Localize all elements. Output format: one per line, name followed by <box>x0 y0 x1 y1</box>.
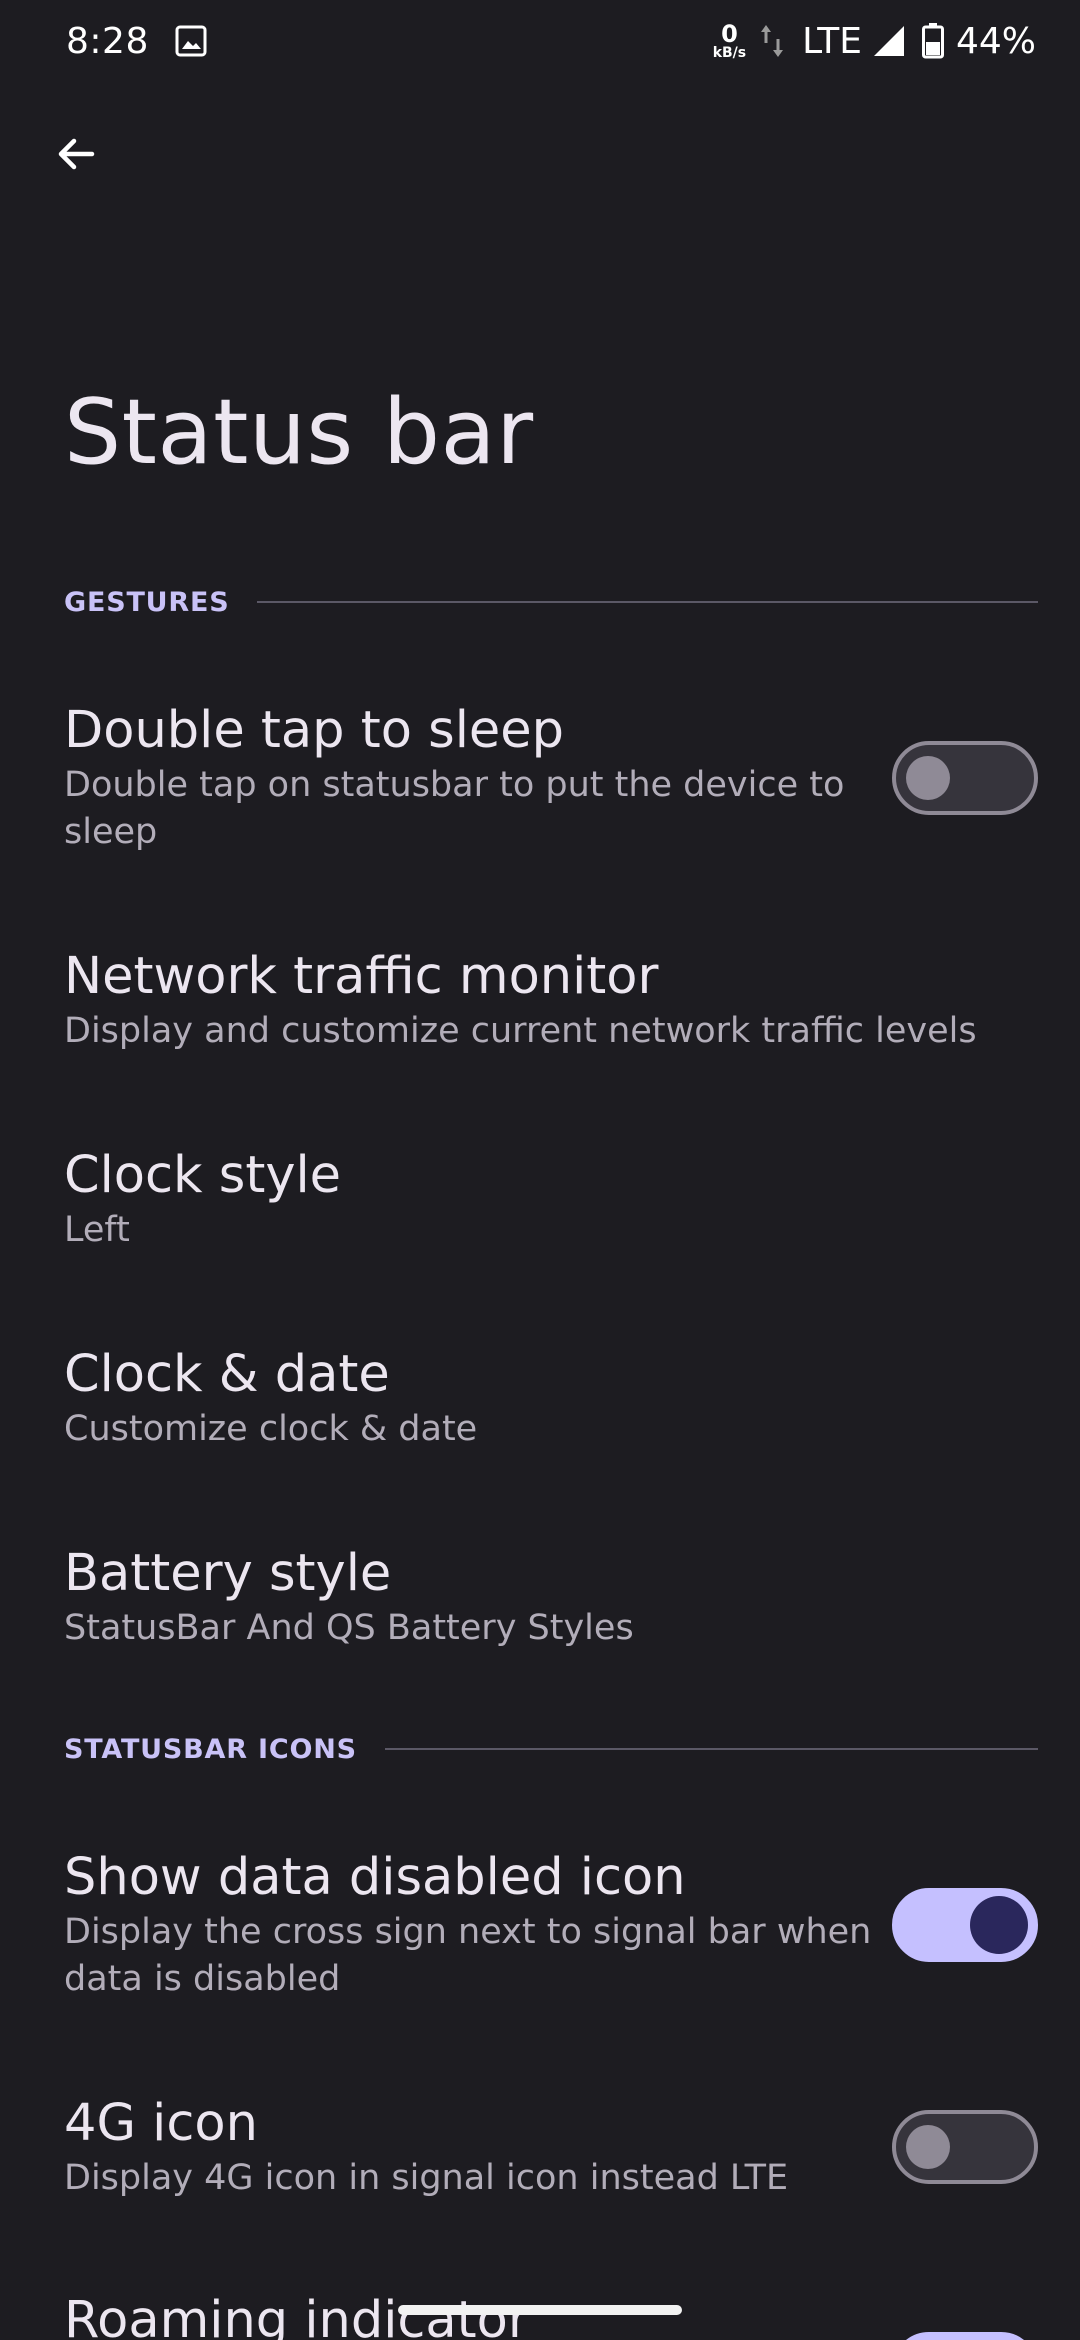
pref-title: Show data disabled icon <box>64 1848 686 1907</box>
data-arrows-icon <box>761 25 784 57</box>
toggle-knob <box>906 756 950 800</box>
section-label: STATUSBAR ICONS <box>64 1733 357 1765</box>
status-right-group: 0 kB/s LTE 44% <box>713 21 1036 62</box>
signal-icon <box>873 26 904 56</box>
section-header-statusbar-icons: STATUSBAR ICONS <box>64 1729 1038 1769</box>
pref-network-traffic-monitor[interactable]: Network traffic monitor Display and cust… <box>64 946 1038 1055</box>
pref-summary: Display 4G icon in signal icon instead L… <box>64 2158 789 2198</box>
pref-summary: Display the cross sign next to signal ba… <box>64 1912 872 1999</box>
pref-roaming-indicator[interactable]: Roaming indicator <box>64 2290 1038 2340</box>
pref-title: Clock & date <box>64 1345 390 1404</box>
gallery-icon <box>175 25 207 57</box>
pref-clock-date[interactable]: Clock & date Customize clock & date <box>64 1344 1038 1453</box>
pref-clock-style[interactable]: Clock style Left <box>64 1145 1038 1254</box>
pref-summary: Left <box>64 1210 130 1250</box>
pref-title: Network traffic monitor <box>64 947 659 1006</box>
gesture-navigation-handle[interactable] <box>398 2305 682 2315</box>
pref-title: Double tap to sleep <box>64 701 565 760</box>
back-button[interactable] <box>40 118 112 190</box>
toggle-knob <box>906 2125 950 2169</box>
toggle-knob <box>970 1896 1028 1954</box>
4g-icon-toggle[interactable] <box>892 2110 1038 2184</box>
double-tap-toggle[interactable] <box>892 741 1038 815</box>
battery-icon <box>921 23 944 59</box>
status-time: 8:28 <box>66 20 149 62</box>
pref-title: Roaming indicator <box>64 2291 529 2340</box>
settings-screen: 8:28 0 kB/s LTE 44% Status bar GESTURES … <box>0 0 1080 2340</box>
data-disabled-toggle[interactable] <box>892 1888 1038 1962</box>
arrow-back-icon <box>58 138 95 170</box>
system-status-bar: 8:28 0 kB/s LTE 44% <box>0 0 1080 82</box>
pref-summary: Double tap on statusbar to put the devic… <box>64 765 845 852</box>
battery-percentage: 44% <box>955 20 1036 62</box>
page-title: Status bar <box>64 380 534 485</box>
pref-title: Battery style <box>64 1544 392 1603</box>
network-speed-indicator: 0 kB/s <box>713 22 746 60</box>
section-header-gestures: GESTURES <box>64 582 1038 622</box>
pref-summary: Customize clock & date <box>64 1409 478 1449</box>
pref-summary: Display and customize current network tr… <box>64 1011 977 1051</box>
pref-battery-style[interactable]: Battery style StatusBar And QS Battery S… <box>64 1543 1038 1652</box>
section-label: GESTURES <box>64 586 230 618</box>
network-speed-value: 0 <box>721 20 738 48</box>
section-divider <box>257 601 1038 603</box>
pref-summary: StatusBar And QS Battery Styles <box>64 1608 634 1648</box>
pref-title: Clock style <box>64 1146 342 1205</box>
network-speed-unit: kB/s <box>712 45 747 61</box>
network-type: LTE <box>802 20 862 62</box>
section-divider <box>384 1748 1038 1750</box>
